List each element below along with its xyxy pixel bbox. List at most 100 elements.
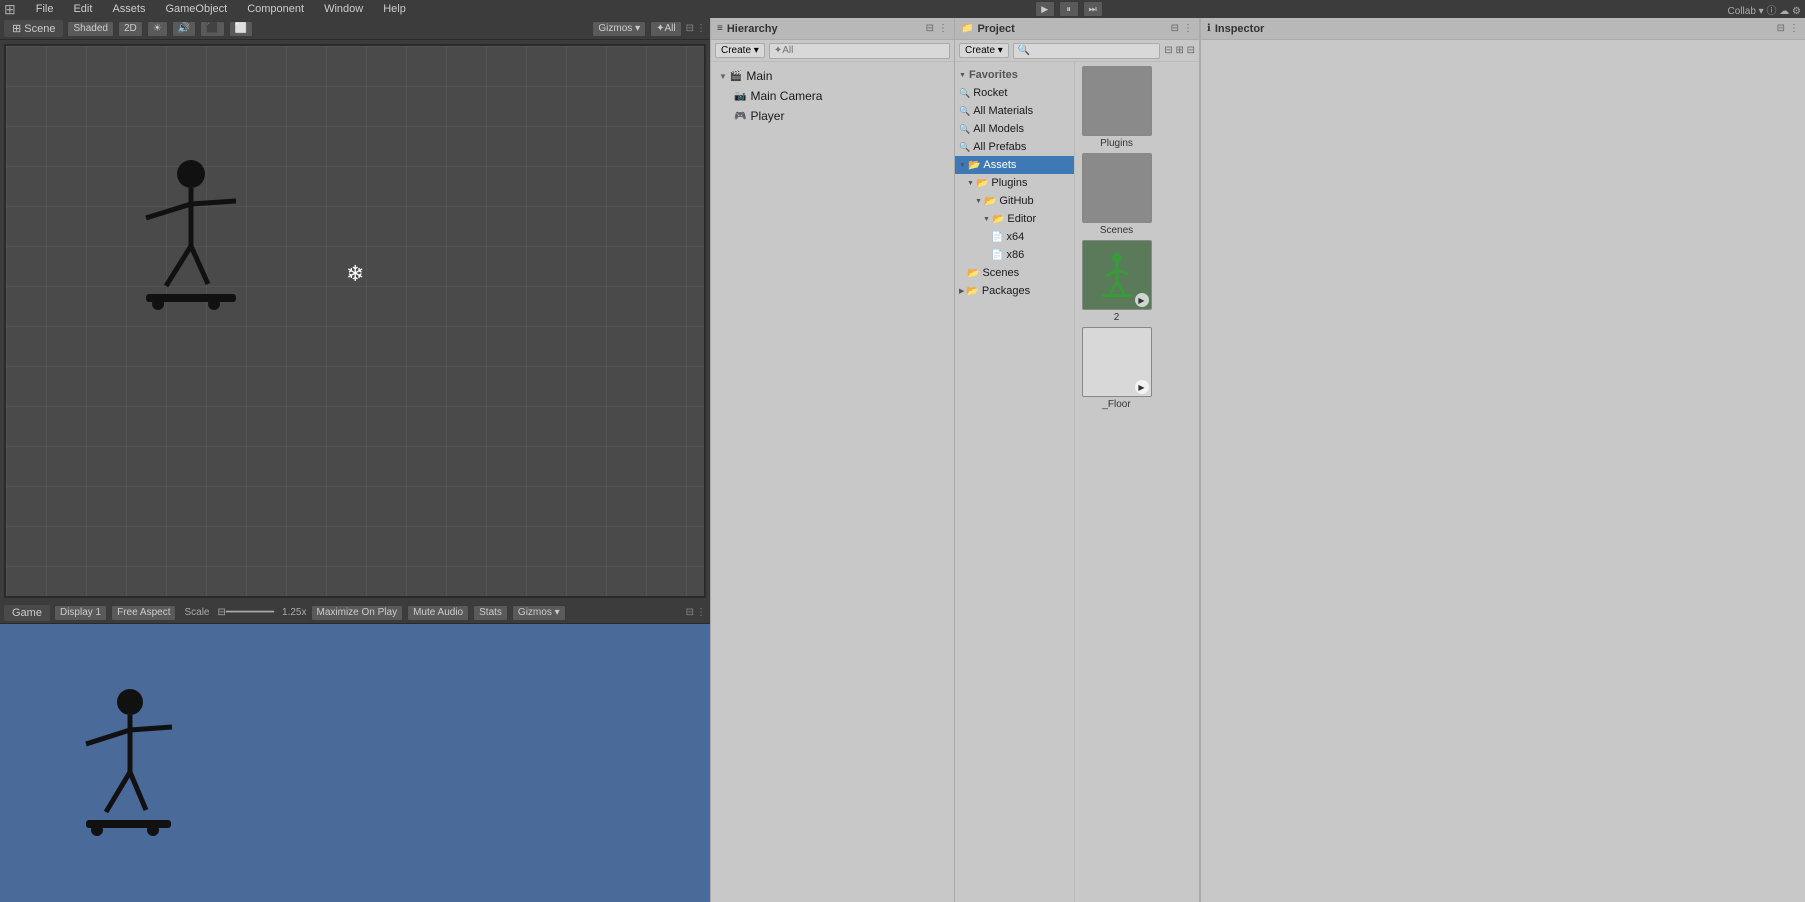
plugins-label: Plugins xyxy=(991,177,1027,189)
stats-btn[interactable]: Stats xyxy=(473,605,508,621)
tree-x86[interactable]: 📄 x86 xyxy=(955,246,1074,264)
game-panel-controls: ⊟ ⋮ xyxy=(686,607,706,618)
scene-view: ⊞ Scene Shaded 2D ☀ 🔊 ⬛ ⬜ Gizmos ▾ ✦All … xyxy=(0,18,710,602)
packages-label: Packages xyxy=(982,285,1030,297)
shading-mode-btn[interactable]: Shaded xyxy=(67,21,113,37)
game-figure-svg xyxy=(80,674,190,864)
fav-rocket-icon: 🔍 xyxy=(959,88,970,99)
x86-folder-icon: 📄 xyxy=(991,250,1003,261)
floor-asset-label: _Floor xyxy=(1102,399,1130,410)
scene-tab[interactable]: ⊞ Scene xyxy=(4,20,63,37)
inspector-header-controls: ⊟ ⋮ xyxy=(1777,23,1799,34)
game-tab[interactable]: Game xyxy=(4,605,50,621)
favorites-label: Favorites xyxy=(969,69,1018,81)
fav-all-prefabs[interactable]: 🔍 All Prefabs xyxy=(955,138,1074,156)
project-tree: ▼ Favorites 🔍 Rocket 🔍 All Materials 🔍 A… xyxy=(955,62,1075,902)
aspect-btn[interactable]: Free Aspect xyxy=(111,605,176,621)
hierarchy-lock: ⊟ xyxy=(926,23,934,34)
step-button[interactable]: ⏭ xyxy=(1083,1,1103,17)
fav-prefabs-label: All Prefabs xyxy=(973,141,1026,153)
inspector-panel: ℹ Inspector ⊟ ⋮ xyxy=(1200,18,1805,902)
lock-icon: ⊟ xyxy=(686,23,694,34)
sprite-2-thumb: ▶ xyxy=(1082,240,1152,310)
asset-floor[interactable]: ▶ _Floor xyxy=(1079,327,1154,410)
menu-component[interactable]: Component xyxy=(243,3,308,15)
menu-edit[interactable]: Edit xyxy=(69,3,96,15)
inspector-header: ℹ Inspector ⊟ ⋮ xyxy=(1201,18,1805,40)
hierarchy-icon: ≡ xyxy=(717,23,723,34)
unity-logo: ⊞ xyxy=(4,1,16,18)
project-search[interactable] xyxy=(1013,43,1160,59)
hierarchy-main-camera[interactable]: 📷 Main Camera xyxy=(711,86,954,106)
display-btn[interactable]: Display 1 xyxy=(54,605,107,621)
hierarchy-create-btn[interactable]: Create ▾ xyxy=(715,43,765,58)
tree-x64[interactable]: 📄 x64 xyxy=(955,228,1074,246)
floor-thumb: ▶ xyxy=(1082,327,1152,397)
hierarchy-panel: ≡ Hierarchy ⊟ ⋮ Create ▾ ▼ 🎬 Main 📷 Main… xyxy=(710,18,955,902)
game-gizmos-btn[interactable]: Gizmos ▾ xyxy=(512,605,566,621)
audio-btn[interactable]: 🔊 xyxy=(172,21,196,37)
hierarchy-main[interactable]: ▼ 🎬 Main xyxy=(711,66,954,86)
tree-scenes[interactable]: 📂 Scenes xyxy=(955,264,1074,282)
x86-label: x86 xyxy=(1006,249,1024,261)
hierarchy-search[interactable] xyxy=(769,43,950,59)
plugins-asset-label: Plugins xyxy=(1100,138,1133,149)
play-controls: ▶ ⏸ ⏭ xyxy=(1035,1,1103,17)
inspector-more: ⋮ xyxy=(1789,23,1799,34)
project-title: Project xyxy=(977,23,1014,35)
menu-window[interactable]: Window xyxy=(320,3,367,15)
mute-btn[interactable]: Mute Audio xyxy=(407,605,469,621)
hierarchy-content: ▼ 🎬 Main 📷 Main Camera 🎮 Player xyxy=(711,62,954,902)
game-more-icon: ⋮ xyxy=(696,607,706,618)
asset-scenes[interactable]: Scenes xyxy=(1079,153,1154,236)
scenes-thumb xyxy=(1082,153,1152,223)
project-lock: ⊟ xyxy=(1171,23,1179,34)
hierarchy-player[interactable]: 🎮 Player xyxy=(711,106,954,126)
plugins-thumb xyxy=(1082,66,1152,136)
menu-help[interactable]: Help xyxy=(379,3,410,15)
game-figure xyxy=(80,674,190,867)
assets-arrow: ▼ xyxy=(959,162,966,169)
pause-button[interactable]: ⏸ xyxy=(1059,1,1079,17)
effects-btn[interactable]: ⬛ xyxy=(200,21,224,37)
sprite-2-play-icon: ▶ xyxy=(1135,293,1149,307)
fav-all-materials[interactable]: 🔍 All Materials xyxy=(955,102,1074,120)
assets-folder-icon: 📂 xyxy=(968,160,980,171)
menu-assets[interactable]: Assets xyxy=(108,3,149,15)
menu-gameobject[interactable]: GameObject xyxy=(161,3,231,15)
lighting-btn[interactable]: ☀ xyxy=(147,21,168,37)
project-toolbar-icons: ⊟ ⊞ ⊟ xyxy=(1164,45,1195,56)
github-arrow: ▼ xyxy=(975,198,982,205)
tree-editor[interactable]: ▼ 📂 Editor xyxy=(955,210,1074,228)
project-more: ⋮ xyxy=(1183,23,1193,34)
maximize-btn[interactable]: Maximize On Play xyxy=(311,605,404,621)
game-tab-label-text: Game xyxy=(12,607,42,619)
fav-rocket[interactable]: 🔍 Rocket xyxy=(955,84,1074,102)
left-panel: ⊞ Scene Shaded 2D ☀ 🔊 ⬛ ⬜ Gizmos ▾ ✦All … xyxy=(0,18,710,902)
tree-github[interactable]: ▼ 📂 GitHub xyxy=(955,192,1074,210)
fav-all-models[interactable]: 🔍 All Models xyxy=(955,120,1074,138)
play-button[interactable]: ▶ xyxy=(1035,1,1055,17)
project-create-btn[interactable]: Create ▾ xyxy=(959,43,1009,58)
2d-btn[interactable]: 2D xyxy=(118,21,143,37)
editor-arrow: ▼ xyxy=(983,216,990,223)
asset-sprite-2[interactable]: ▶ 2 xyxy=(1079,240,1154,323)
hierarchy-camera-label: Main Camera xyxy=(750,89,822,103)
inspector-content xyxy=(1201,40,1805,902)
filter-btn[interactable]: ✦All xyxy=(650,21,682,37)
tree-plugins[interactable]: ▼ 📂 Plugins xyxy=(955,174,1074,192)
tree-assets[interactable]: ▼ 📂 Assets xyxy=(955,156,1074,174)
scene-tab-label-text: Scene xyxy=(24,23,55,35)
asset-plugins[interactable]: Plugins xyxy=(1079,66,1154,149)
project-assets-view: Plugins Scenes xyxy=(1075,62,1199,902)
scenes-folder-shape xyxy=(1092,170,1142,206)
hierarchy-header: ≡ Hierarchy ⊟ ⋮ xyxy=(711,18,954,40)
menu-file[interactable]: File xyxy=(32,3,58,15)
plugins-arrow: ▼ xyxy=(967,180,974,187)
hidden-btn[interactable]: ⬜ xyxy=(229,21,253,37)
gizmos-btn[interactable]: Gizmos ▾ xyxy=(592,21,646,37)
tree-packages[interactable]: ▶ 📂 Packages xyxy=(955,282,1074,300)
scale-slider[interactable]: ⊟━━━━━━━━ xyxy=(217,607,274,618)
editor-label: Editor xyxy=(1007,213,1036,225)
main-layout: ⊞ Scene Shaded 2D ☀ 🔊 ⬛ ⬜ Gizmos ▾ ✦All … xyxy=(0,18,1805,902)
